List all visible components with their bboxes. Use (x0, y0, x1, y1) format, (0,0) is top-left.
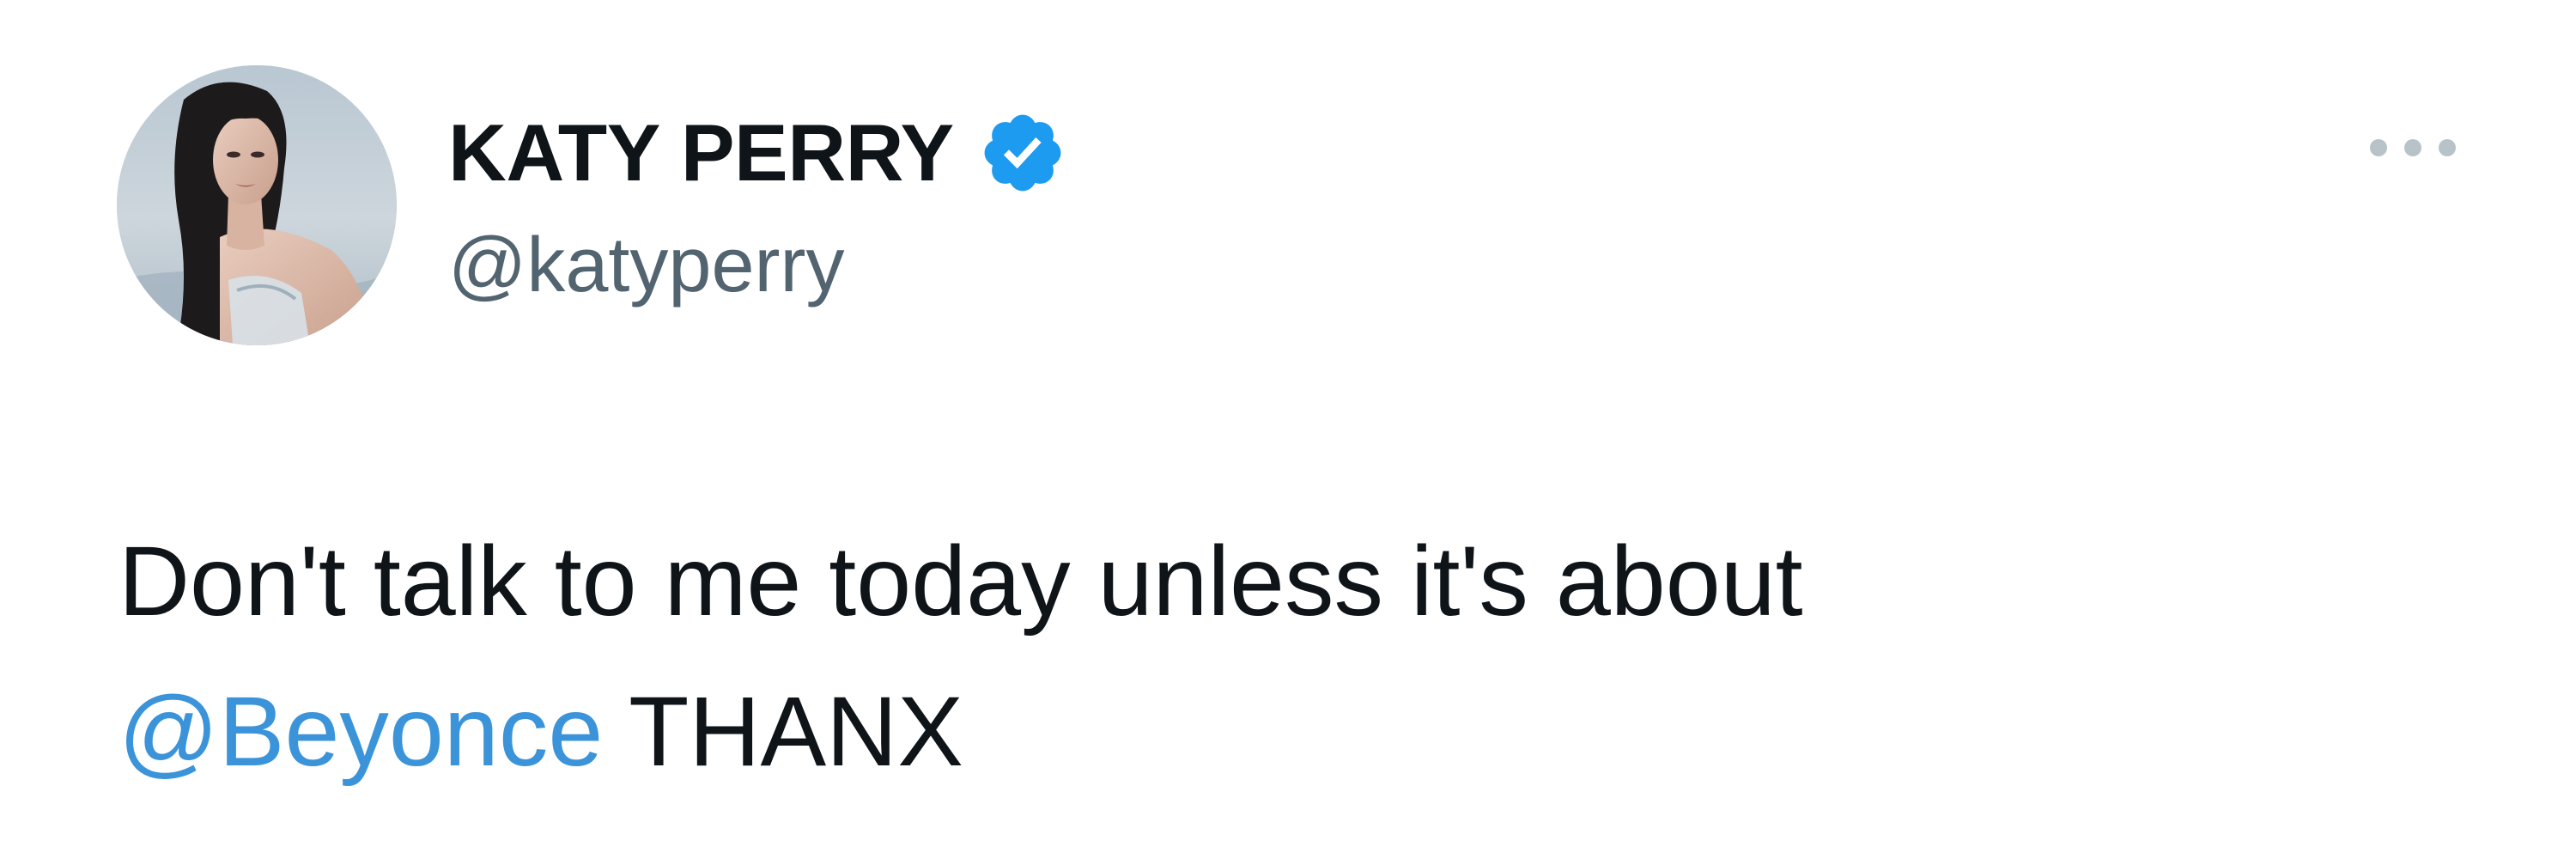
verified-badge-icon[interactable] (978, 108, 1067, 198)
tweet-text-line-2: @Beyonce THANX (118, 657, 2351, 807)
author-display-name[interactable]: KATY PERRY (448, 113, 954, 193)
tweet-text: Don't talk to me today unless it's about… (118, 507, 2351, 807)
more-dot (2404, 139, 2421, 156)
author-name-row: KATY PERRY (448, 101, 1067, 204)
mention-link[interactable]: @Beyonce (118, 677, 603, 787)
more-dot (2439, 139, 2456, 156)
avatar-photo (117, 65, 397, 345)
author-handle[interactable]: @katyperry (448, 225, 844, 307)
tweet-card: KATY PERRY @katyperry Don't talk to me t… (0, 0, 2576, 859)
more-dot (2370, 139, 2387, 156)
tweet-text-line-2-rest: THANX (603, 677, 963, 787)
avatar[interactable] (117, 65, 397, 345)
tweet-text-line-1: Don't talk to me today unless it's about (118, 527, 1803, 637)
more-options-icon[interactable] (2353, 120, 2473, 175)
